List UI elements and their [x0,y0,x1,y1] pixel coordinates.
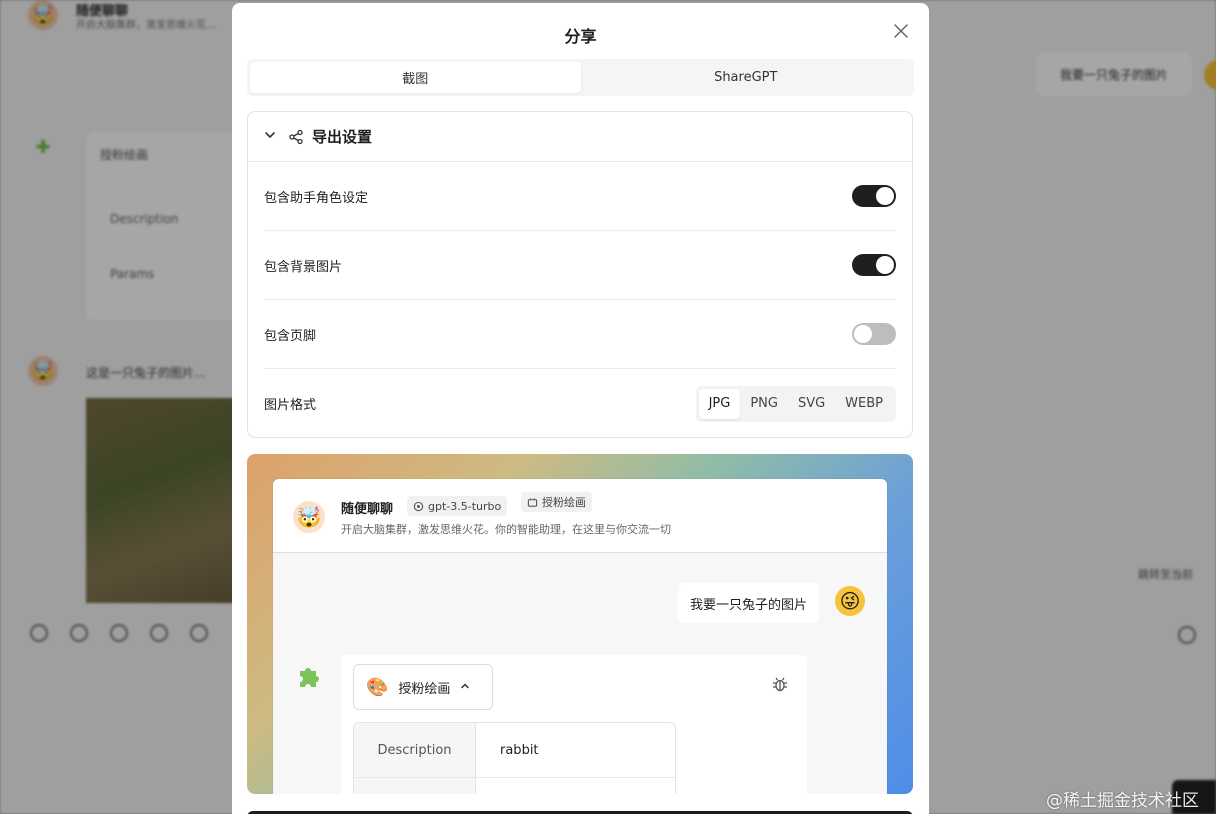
close-button[interactable] [891,21,911,41]
include-assistant-role-toggle[interactable] [852,185,896,207]
format-option-webp[interactable]: WEBP [835,389,893,419]
plugin-tag-icon [527,497,538,507]
model-tag: gpt-3.5-turbo [407,496,508,516]
param-value [476,778,675,794]
setting-row-image-format: 图片格式 JPG PNG SVG WEBP [264,369,896,438]
setting-label: 包含页脚 [264,328,317,344]
export-settings-title: 导出设置 [312,128,373,146]
setting-label: 包含背景图片 [264,259,343,275]
share-tabs: 截图 ShareGPT [247,59,914,96]
bug-icon[interactable] [771,675,789,698]
include-background-toggle[interactable] [852,254,896,276]
assistant-description: 开启大脑集群，激发思维火花。你的智能助理，在这里与你交流一切 [341,523,671,536]
toggle-knob [854,325,872,343]
image-format-selector: JPG PNG SVG WEBP [695,385,896,422]
close-icon [894,24,908,38]
setting-label: 包含助手角色设定 [264,190,369,206]
assistant-name: 随便聊聊 [341,502,394,517]
plugin-toggle-button[interactable]: 🎨 授粉绘画 [353,664,493,710]
param-value: rabbit [500,742,539,758]
toggle-knob [876,187,894,205]
include-footer-toggle[interactable] [852,323,896,345]
watermark: @稀土掘金技术社区 [1046,791,1199,811]
user-avatar: 😜 [835,586,865,616]
plugin-tag-label: 授粉绘画 [542,496,586,509]
share-icon [289,129,303,144]
modal-title: 分享 [564,27,597,46]
model-tag-label: gpt-3.5-turbo [428,499,502,513]
param-key: Description [354,723,476,777]
format-option-svg[interactable]: SVG [788,389,835,419]
toggle-knob [876,256,894,274]
param-key [354,778,476,794]
preview-card: 🤯 随便聊聊 gpt-3.5-turbo 授粉绘画 开启大脑集群，激发思维火花。… [273,479,887,794]
preview-header: 🤯 随便聊聊 gpt-3.5-turbo 授粉绘画 开启大脑集群，激发思维火花。… [273,479,887,553]
screenshot-preview: 🤯 随便聊聊 gpt-3.5-turbo 授粉绘画 开启大脑集群，激发思维火花。… [247,454,913,794]
format-option-png[interactable]: PNG [740,389,788,419]
puzzle-icon [293,661,323,691]
setting-row-background-image: 包含背景图片 [264,231,896,300]
assistant-avatar: 🤯 [293,501,325,533]
export-settings-panel: 导出设置 包含助手角色设定 包含背景图片 包含页脚 图片格式 JPG PNG S… [247,111,913,438]
table-row [354,778,675,794]
plugin-name: 授粉绘画 [398,681,451,697]
setting-row-assistant-role: 包含助手角色设定 [264,162,896,231]
user-message: 我要一只兔子的图片 [677,583,819,623]
export-settings-header[interactable]: 导出设置 [248,112,912,162]
image-format-label: 图片格式 [264,398,317,413]
plugin-tag: 授粉绘画 [521,492,592,512]
share-modal: 分享 截图 ShareGPT 导出设置 包含助手角色设定 包含背景图片 包含页脚… [232,3,929,814]
plugin-param-table: Description rabbit [353,722,676,794]
tab-sharegpt[interactable]: ShareGPT [581,62,912,93]
chevron-down-icon [264,129,276,145]
table-row: Description rabbit [354,723,675,778]
format-option-jpg[interactable]: JPG [698,388,741,419]
setting-row-footer: 包含页脚 [264,300,896,369]
openai-icon [413,501,424,511]
palette-icon: 🎨 [366,676,389,698]
plugin-result-box: 🎨 授粉绘画 Description rabbit [341,655,807,794]
tab-screenshot[interactable]: 截图 [250,62,581,93]
chevron-up-icon [460,681,470,694]
